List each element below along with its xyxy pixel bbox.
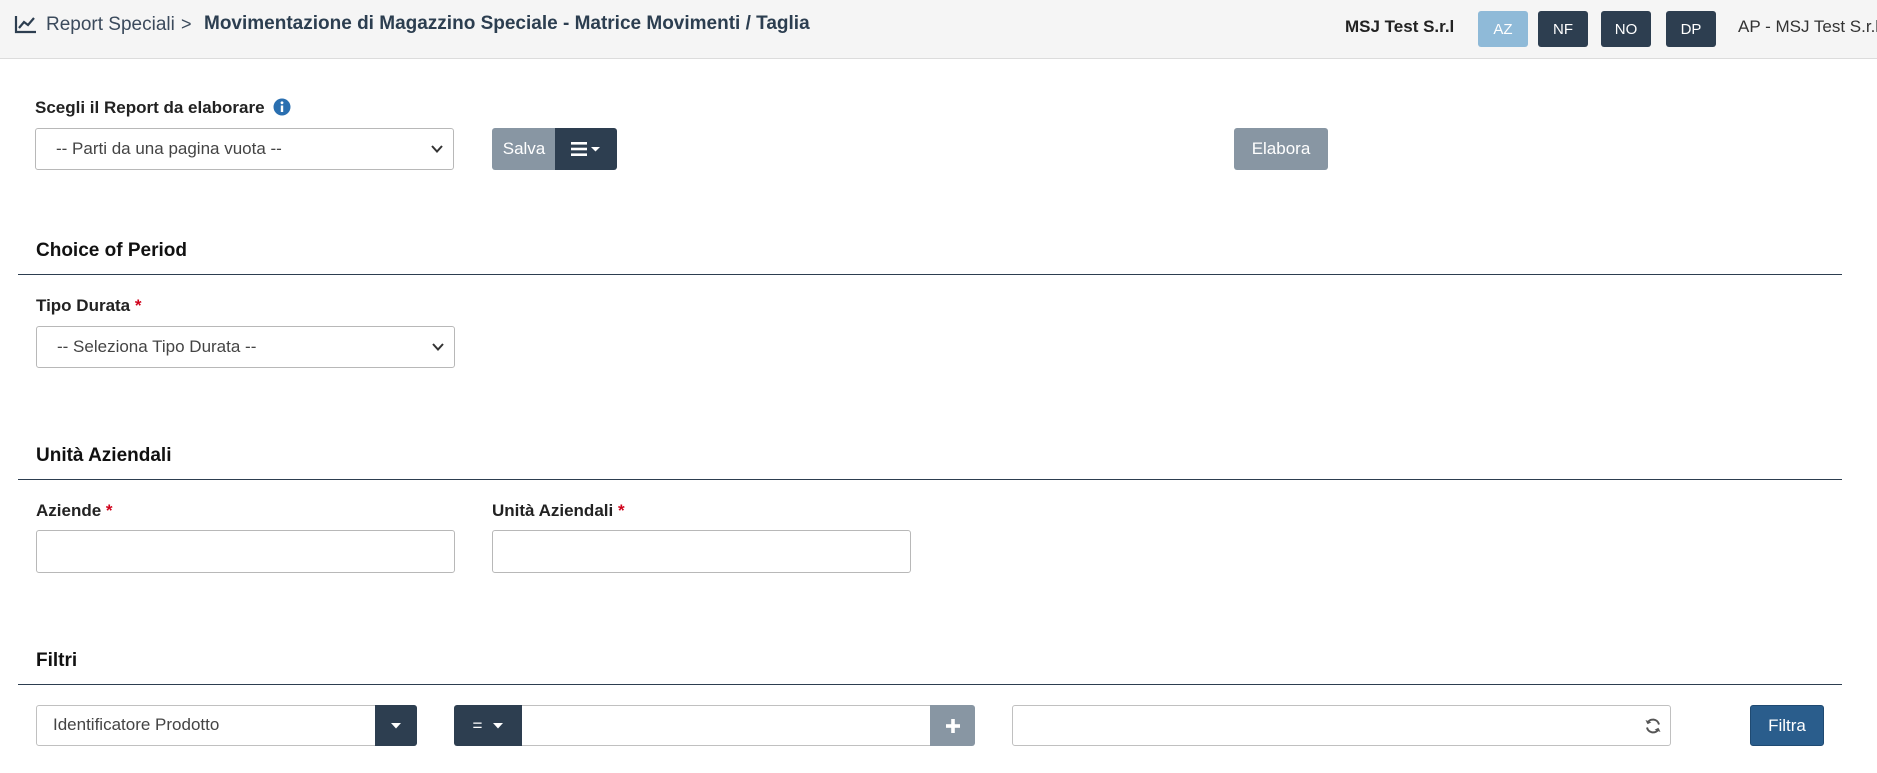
report-select-label-text: Scegli il Report da elaborare <box>35 98 265 117</box>
required-mark: * <box>105 501 113 520</box>
section-title-period: Choice of Period <box>36 240 187 261</box>
refresh-icon[interactable] <box>1644 717 1662 735</box>
breadcrumb-separator: > <box>181 14 192 34</box>
report-select-value: -- Parti da una pagina vuota -- <box>56 139 282 158</box>
unita-aziendali-label-text: Unità Aziendali <box>492 501 614 520</box>
add-filter-button[interactable] <box>930 705 975 746</box>
aziende-input[interactable] <box>36 530 455 573</box>
save-options-menu-button[interactable] <box>555 128 617 170</box>
tipo-durata-select[interactable]: -- Seleziona Tipo Durata -- <box>36 326 455 368</box>
chevron-down-icon <box>431 145 443 153</box>
dp-button[interactable]: DP <box>1666 11 1716 47</box>
chevron-down-icon <box>432 343 444 351</box>
caret-down-icon <box>493 722 504 728</box>
filter-value-input[interactable] <box>522 705 931 746</box>
tipo-durata-label: Tipo Durata * <box>36 296 142 316</box>
unita-aziendali-label: Unità Aziendali * <box>492 501 625 521</box>
no-button[interactable]: NO <box>1601 11 1651 47</box>
tipo-durata-value: -- Seleziona Tipo Durata -- <box>57 337 257 356</box>
active-filters-field[interactable] <box>1012 705 1671 746</box>
filter-operator-button[interactable]: = <box>454 705 523 746</box>
section-divider <box>18 684 1842 685</box>
filter-operator-value: = <box>472 715 483 735</box>
section-title-filters: Filtri <box>36 650 78 671</box>
page-title: Movimentazione di Magazzino Speciale - M… <box>204 13 810 34</box>
breadcrumb-root[interactable]: Report Speciali <box>46 14 175 36</box>
user-name[interactable]: AP - MSJ Test S.r.l <box>1738 17 1877 37</box>
section-title-units: Unità Aziendali <box>36 445 172 466</box>
company-name: MSJ Test S.r.l <box>1345 17 1455 36</box>
caret-down-icon <box>391 722 401 728</box>
info-icon[interactable] <box>273 98 291 116</box>
aziende-label: Aziende * <box>36 501 113 521</box>
section-divider <box>18 479 1842 480</box>
required-mark: * <box>134 296 142 315</box>
filter-field-value: Identificatore Prodotto <box>53 715 220 734</box>
plus-icon <box>945 718 960 733</box>
chart-line-icon <box>14 16 36 34</box>
filtra-button[interactable]: Filtra <box>1750 705 1824 746</box>
tipo-durata-label-text: Tipo Durata <box>36 296 131 315</box>
report-select-label: Scegli il Report da elaborare <box>35 98 291 118</box>
nf-button[interactable]: NF <box>1538 11 1588 47</box>
section-divider <box>18 274 1842 275</box>
report-select[interactable]: -- Parti da una pagina vuota -- <box>35 128 454 170</box>
aziende-label-text: Aziende <box>36 501 102 520</box>
required-mark: * <box>617 501 625 520</box>
unita-aziendali-input[interactable] <box>492 530 911 573</box>
save-button[interactable]: Salva <box>492 128 556 170</box>
filter-field-select[interactable]: Identificatore Prodotto <box>36 705 417 746</box>
filter-field-dropdown-button[interactable] <box>375 705 417 746</box>
elabora-button[interactable]: Elabora <box>1234 128 1328 170</box>
hamburger-menu-icon <box>571 142 600 156</box>
az-button[interactable]: AZ <box>1478 11 1528 47</box>
top-bar: Report Speciali > Movimentazione di Maga… <box>0 0 1877 59</box>
